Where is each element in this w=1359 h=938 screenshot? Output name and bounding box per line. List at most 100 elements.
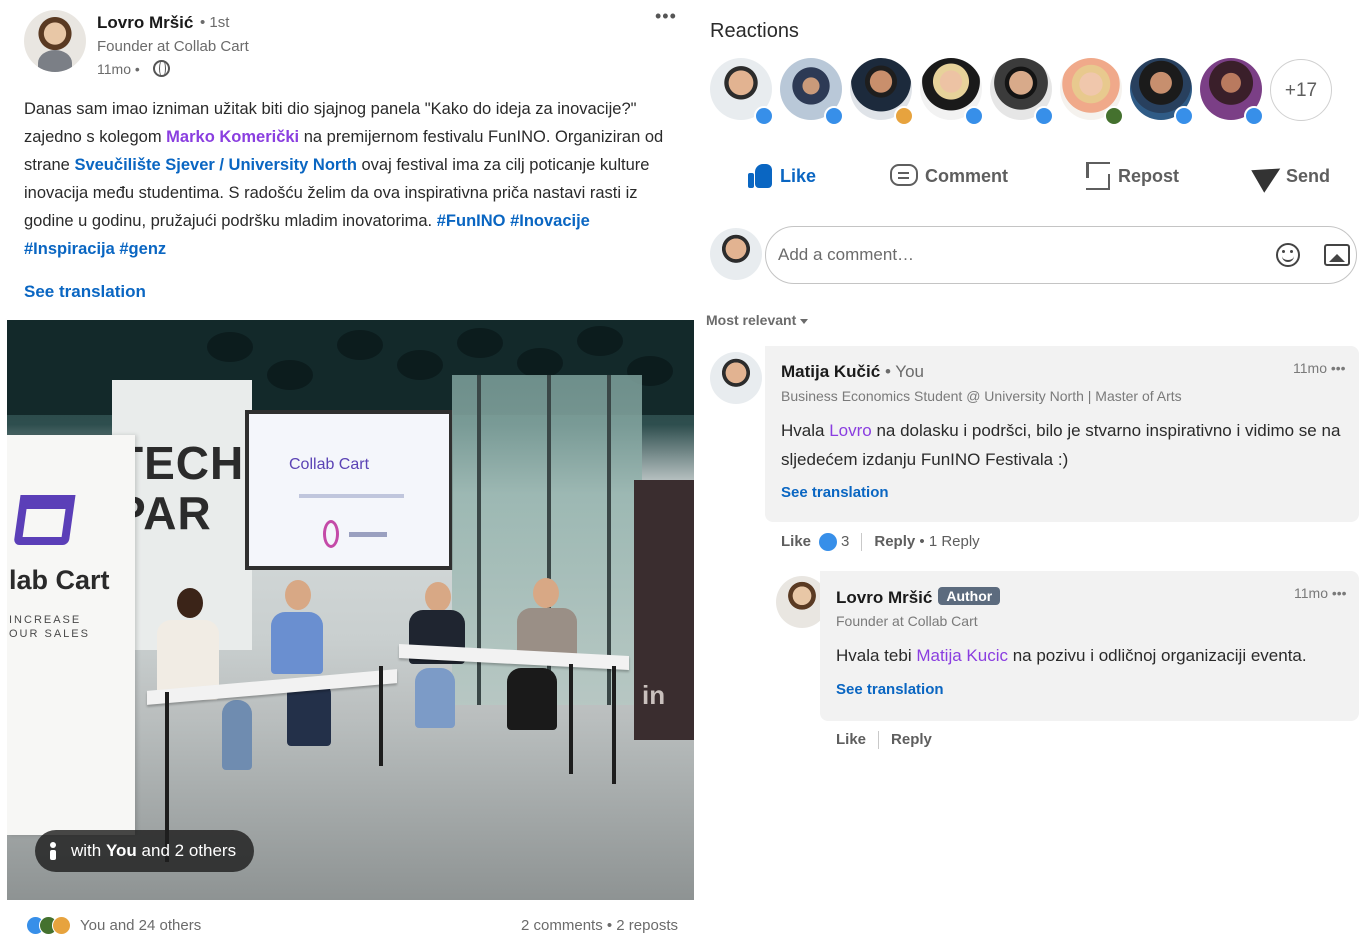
send-button[interactable]: Send bbox=[1251, 157, 1346, 193]
comment-time[interactable]: 11mo ••• bbox=[1294, 585, 1347, 601]
post-time: 11mo • bbox=[97, 61, 140, 77]
like-label: Like bbox=[780, 166, 817, 186]
repost-button[interactable]: Repost bbox=[1086, 160, 1196, 192]
comment-actions: Like 3 Reply • 1 Reply bbox=[781, 533, 980, 552]
panelist-head bbox=[533, 578, 559, 608]
mention-link[interactable]: Matija Kucic bbox=[916, 646, 1008, 665]
commenter-name[interactable]: Matija Kučić • You bbox=[781, 362, 924, 382]
banner-tagline-line: OUR SALES bbox=[9, 628, 90, 640]
comment-text: Hvala Lovro na dolasku i podršci, bilo j… bbox=[781, 416, 1341, 474]
person-icon bbox=[49, 842, 57, 860]
reply-comment: Lovro Mršić Author 11mo ••• Founder at Co… bbox=[820, 571, 1359, 721]
ceiling-panel bbox=[457, 328, 503, 358]
reaction-summary[interactable]: You and 24 others bbox=[80, 917, 201, 934]
panelist-head bbox=[425, 582, 451, 612]
celebrate-badge-icon bbox=[1104, 106, 1124, 126]
like-badge-icon bbox=[964, 106, 984, 126]
sort-dropdown[interactable]: Most relevant bbox=[706, 312, 809, 328]
see-translation-link[interactable]: See translation bbox=[24, 282, 146, 302]
reactor-avatar[interactable] bbox=[850, 58, 914, 126]
reactor-avatar[interactable] bbox=[920, 58, 984, 126]
panelist-head bbox=[285, 580, 311, 610]
globe-icon bbox=[153, 60, 170, 77]
send-icon bbox=[1251, 157, 1287, 193]
comment-like-button[interactable]: Like bbox=[781, 533, 811, 550]
panelist-head bbox=[177, 588, 203, 618]
like-badge-icon bbox=[824, 106, 844, 126]
ceiling-panel bbox=[337, 330, 383, 360]
reactor-avatar[interactable] bbox=[780, 58, 844, 126]
mention-link[interactable]: Marko Komerički bbox=[166, 128, 299, 146]
ceiling-panel bbox=[267, 360, 313, 390]
reaction-icons[interactable] bbox=[26, 916, 74, 936]
reply-count[interactable]: 1 Reply bbox=[929, 533, 980, 550]
see-translation-link[interactable]: See translation bbox=[781, 484, 889, 501]
mention-link[interactable]: Lovro bbox=[829, 421, 872, 440]
author-avatar[interactable] bbox=[24, 10, 86, 72]
panelist-legs bbox=[507, 668, 557, 730]
comment-input[interactable] bbox=[778, 237, 1258, 273]
comment-icon bbox=[890, 164, 918, 186]
post-card: Lovro Mršić • 1st Founder at Collab Cart… bbox=[0, 0, 700, 938]
author-headline: Founder at Collab Cart bbox=[97, 38, 249, 55]
reactor-avatar[interactable] bbox=[710, 58, 774, 126]
comment: Matija Kučić • You 11mo ••• Business Eco… bbox=[765, 346, 1359, 522]
author-badge: Author bbox=[938, 587, 1001, 605]
comment-box bbox=[765, 226, 1357, 284]
reactor-avatar[interactable] bbox=[1060, 58, 1124, 126]
cart-logo bbox=[13, 495, 76, 545]
like-count-icon bbox=[819, 533, 838, 552]
table-leg bbox=[569, 664, 573, 774]
like-button[interactable]: Like bbox=[748, 160, 838, 192]
comment-text-segment: na pozivu i odličnoj organizaciji eventa… bbox=[1007, 646, 1307, 665]
insightful-reaction-icon bbox=[52, 916, 71, 935]
divider bbox=[878, 731, 880, 750]
see-translation-link[interactable]: See translation bbox=[836, 681, 944, 698]
author-name[interactable]: Lovro Mršić bbox=[97, 13, 193, 33]
reactions-title: Reactions bbox=[710, 20, 799, 42]
panelist-legs bbox=[222, 700, 252, 770]
commenter-name[interactable]: Lovro Mršić Author bbox=[836, 587, 1001, 608]
you-label: • You bbox=[884, 362, 924, 381]
commenter-headline: Business Economics Student @ University … bbox=[781, 388, 1182, 404]
comment-reply-button[interactable]: Reply bbox=[874, 533, 915, 550]
post-text: Danas sam imao izniman užitak biti dio s… bbox=[24, 95, 674, 263]
more-reactors-button[interactable]: +17 bbox=[1270, 59, 1332, 121]
banner-brand: lab Cart bbox=[9, 565, 110, 595]
reactor-avatar[interactable] bbox=[1200, 58, 1264, 126]
comment-time[interactable]: 11mo ••• bbox=[1293, 360, 1346, 376]
reactor-avatar[interactable] bbox=[990, 58, 1054, 126]
comment-button[interactable]: Comment bbox=[890, 160, 1020, 192]
reply-like-button[interactable]: Like bbox=[836, 731, 866, 748]
like-badge-icon bbox=[1244, 106, 1264, 126]
reactor-avatar[interactable] bbox=[1130, 58, 1194, 126]
repost-icon bbox=[1086, 162, 1110, 190]
tagged-people-pill[interactable]: with You and 2 others bbox=[35, 830, 255, 872]
post-photo[interactable]: TECH PAR Collab Cart lab Cart INCREASE OUR… bbox=[7, 320, 694, 900]
comment-label: Comment bbox=[925, 166, 1009, 186]
comments-reposts-count[interactable]: 2 comments • 2 reposts bbox=[521, 917, 678, 934]
projector-screen: Collab Cart bbox=[245, 410, 453, 570]
tag-pill-you: You bbox=[105, 841, 137, 860]
like-badge-icon bbox=[1034, 106, 1054, 126]
banner-tagline: INCREASE OUR SALES bbox=[9, 613, 90, 641]
table-leg bbox=[379, 666, 383, 766]
organization-link[interactable]: Sveučilište Sjever / University North bbox=[74, 156, 356, 174]
connection-degree: • 1st bbox=[200, 14, 230, 31]
more-options-icon[interactable]: ••• bbox=[655, 6, 677, 27]
image-upload-icon[interactable] bbox=[1324, 244, 1350, 266]
reply-reply-button[interactable]: Reply bbox=[891, 731, 932, 748]
screen-line bbox=[299, 494, 404, 498]
emoji-icon[interactable] bbox=[1276, 243, 1300, 267]
commenter-name-text: Matija Kučić bbox=[781, 362, 881, 381]
insightful-badge-icon bbox=[894, 106, 914, 126]
tag-pill-text: with bbox=[71, 841, 106, 860]
like-badge-icon bbox=[754, 106, 774, 126]
commenter-headline: Founder at Collab Cart bbox=[836, 613, 978, 629]
comment-text-segment: Hvala bbox=[781, 421, 830, 440]
like-badge-icon bbox=[1174, 106, 1194, 126]
commenter-avatar[interactable] bbox=[710, 352, 762, 404]
panelist-legs bbox=[415, 668, 455, 728]
like-count[interactable]: 3 bbox=[841, 533, 849, 550]
comment-text-segment: Hvala tebi bbox=[836, 646, 917, 665]
